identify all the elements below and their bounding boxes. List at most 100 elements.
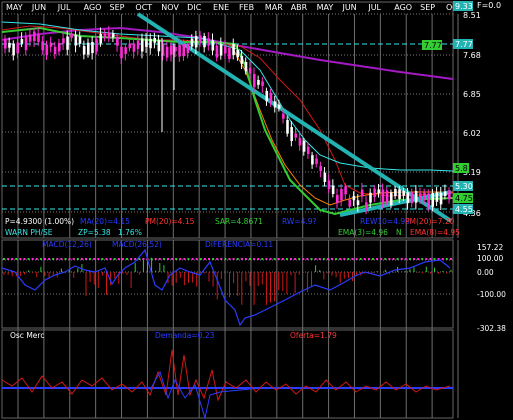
month-label: JUL — [367, 3, 381, 12]
macd-dot — [367, 258, 370, 260]
macd-dot — [310, 258, 313, 260]
info-pm20b: PM(20)=7.20 — [405, 217, 455, 226]
macd-dot — [285, 258, 288, 260]
info-n: N — [396, 228, 402, 237]
macd-dot — [216, 258, 219, 260]
macd-dot — [76, 258, 79, 260]
price-info-lines: P=4.9300 (1.00%) MA(20)=4.15 PM(20)=4.15… — [5, 217, 460, 237]
candle-body — [348, 199, 352, 207]
macd-dot — [449, 258, 452, 260]
candle-body — [389, 192, 393, 206]
macd-dot — [261, 258, 264, 260]
candle-body — [273, 101, 277, 108]
macd-dot — [351, 258, 354, 260]
candle-body — [140, 38, 144, 52]
macd-dot — [372, 258, 374, 260]
macd-dot — [68, 258, 71, 260]
candle-body — [244, 62, 248, 72]
candle-body — [410, 191, 414, 204]
candle-body — [33, 31, 36, 41]
candle-body — [232, 44, 235, 56]
candle-body — [57, 42, 61, 52]
macd-dot — [244, 258, 247, 260]
macd-dot — [363, 258, 366, 260]
candle-body — [306, 146, 310, 154]
candle-body — [199, 35, 202, 44]
macd-dot — [134, 258, 137, 260]
month-label: OCT — [135, 3, 152, 12]
macd-dot — [15, 258, 18, 260]
candle-body — [240, 56, 244, 64]
macd-dot — [359, 258, 362, 260]
candle-body — [315, 158, 318, 164]
macd-label-2: MACD(26,52) — [112, 240, 162, 249]
candle-body — [269, 92, 273, 102]
badge-777-left-text: 7.77 — [424, 41, 442, 50]
macd-dot — [392, 258, 395, 260]
osc-title: Osc Merc — [10, 331, 44, 340]
osc-red-line — [1, 349, 451, 402]
macd-dot — [203, 258, 206, 260]
candle-body — [178, 45, 181, 57]
candle-body — [253, 74, 256, 88]
candle-body — [132, 43, 136, 52]
chart-canvas[interactable]: MAY JUN JUL AGO SEP OCT NOV DIC ENE FEB MAR ABR MAY J… — [0, 0, 513, 420]
macd-dot — [158, 258, 161, 260]
candle-body — [66, 36, 69, 50]
candle-body — [423, 192, 426, 201]
candle-body — [298, 137, 302, 146]
info-rw: RW=4.9? — [282, 217, 317, 226]
candle-body — [323, 172, 327, 182]
candle-body — [28, 34, 32, 42]
candle-body — [385, 190, 389, 203]
candle-body — [369, 192, 372, 203]
macd-dot — [314, 258, 317, 260]
macd-tick: 157.22 — [477, 243, 503, 252]
macd-dot — [302, 258, 305, 260]
price-badges: 9.33 7.77 5.8 5.30 4.75 4.55 — [453, 1, 473, 214]
macd-dot — [31, 258, 34, 260]
macd-dot — [306, 258, 309, 260]
info-sar: SAR=4.8671 — [215, 217, 263, 226]
macd-dot — [126, 258, 128, 260]
candle-body — [120, 46, 123, 59]
macd-dot — [183, 258, 186, 260]
month-label: AGO — [84, 3, 102, 12]
candle-body — [356, 200, 360, 206]
candle-body — [49, 42, 53, 47]
macd-dot — [388, 258, 391, 260]
candle-body — [261, 81, 264, 86]
candle-body — [311, 155, 314, 165]
candle-body — [182, 43, 186, 57]
macd-dot — [39, 258, 42, 260]
macd-dot — [60, 258, 63, 260]
macd-dot — [232, 258, 235, 260]
price-tick: 6.85 — [463, 90, 481, 99]
candle-body — [203, 35, 206, 48]
month-label: MAR — [265, 3, 283, 12]
candle-body — [435, 192, 439, 202]
candle-body — [149, 38, 152, 49]
macd-histogram — [3, 257, 452, 305]
macd-dot — [277, 258, 280, 260]
info-pct: 1.76% — [118, 228, 142, 237]
candle-body — [381, 189, 385, 203]
macd-tick: 100.00 — [477, 254, 503, 263]
candle-body — [91, 42, 94, 54]
badge-455: 4.55 — [455, 205, 473, 214]
month-axis: MAY JUN JUL AGO SEP OCT NOV DIC ENE FEB MAR ABR MAY J… — [6, 3, 463, 12]
price-tick: 6.02 — [463, 129, 481, 138]
macd-dot — [290, 258, 292, 260]
macd-dot — [433, 258, 436, 260]
macd-dot — [11, 258, 14, 260]
macd-dot — [97, 258, 100, 260]
macd-dot — [228, 258, 231, 260]
macd-dot — [404, 258, 407, 260]
candle-body — [174, 47, 177, 52]
macd-dot — [56, 258, 59, 260]
candle-body — [78, 36, 82, 44]
macd-dot — [417, 258, 420, 260]
month-label: JUN — [31, 3, 46, 12]
month-label: SEP — [420, 3, 435, 12]
macd-dot — [175, 258, 178, 260]
